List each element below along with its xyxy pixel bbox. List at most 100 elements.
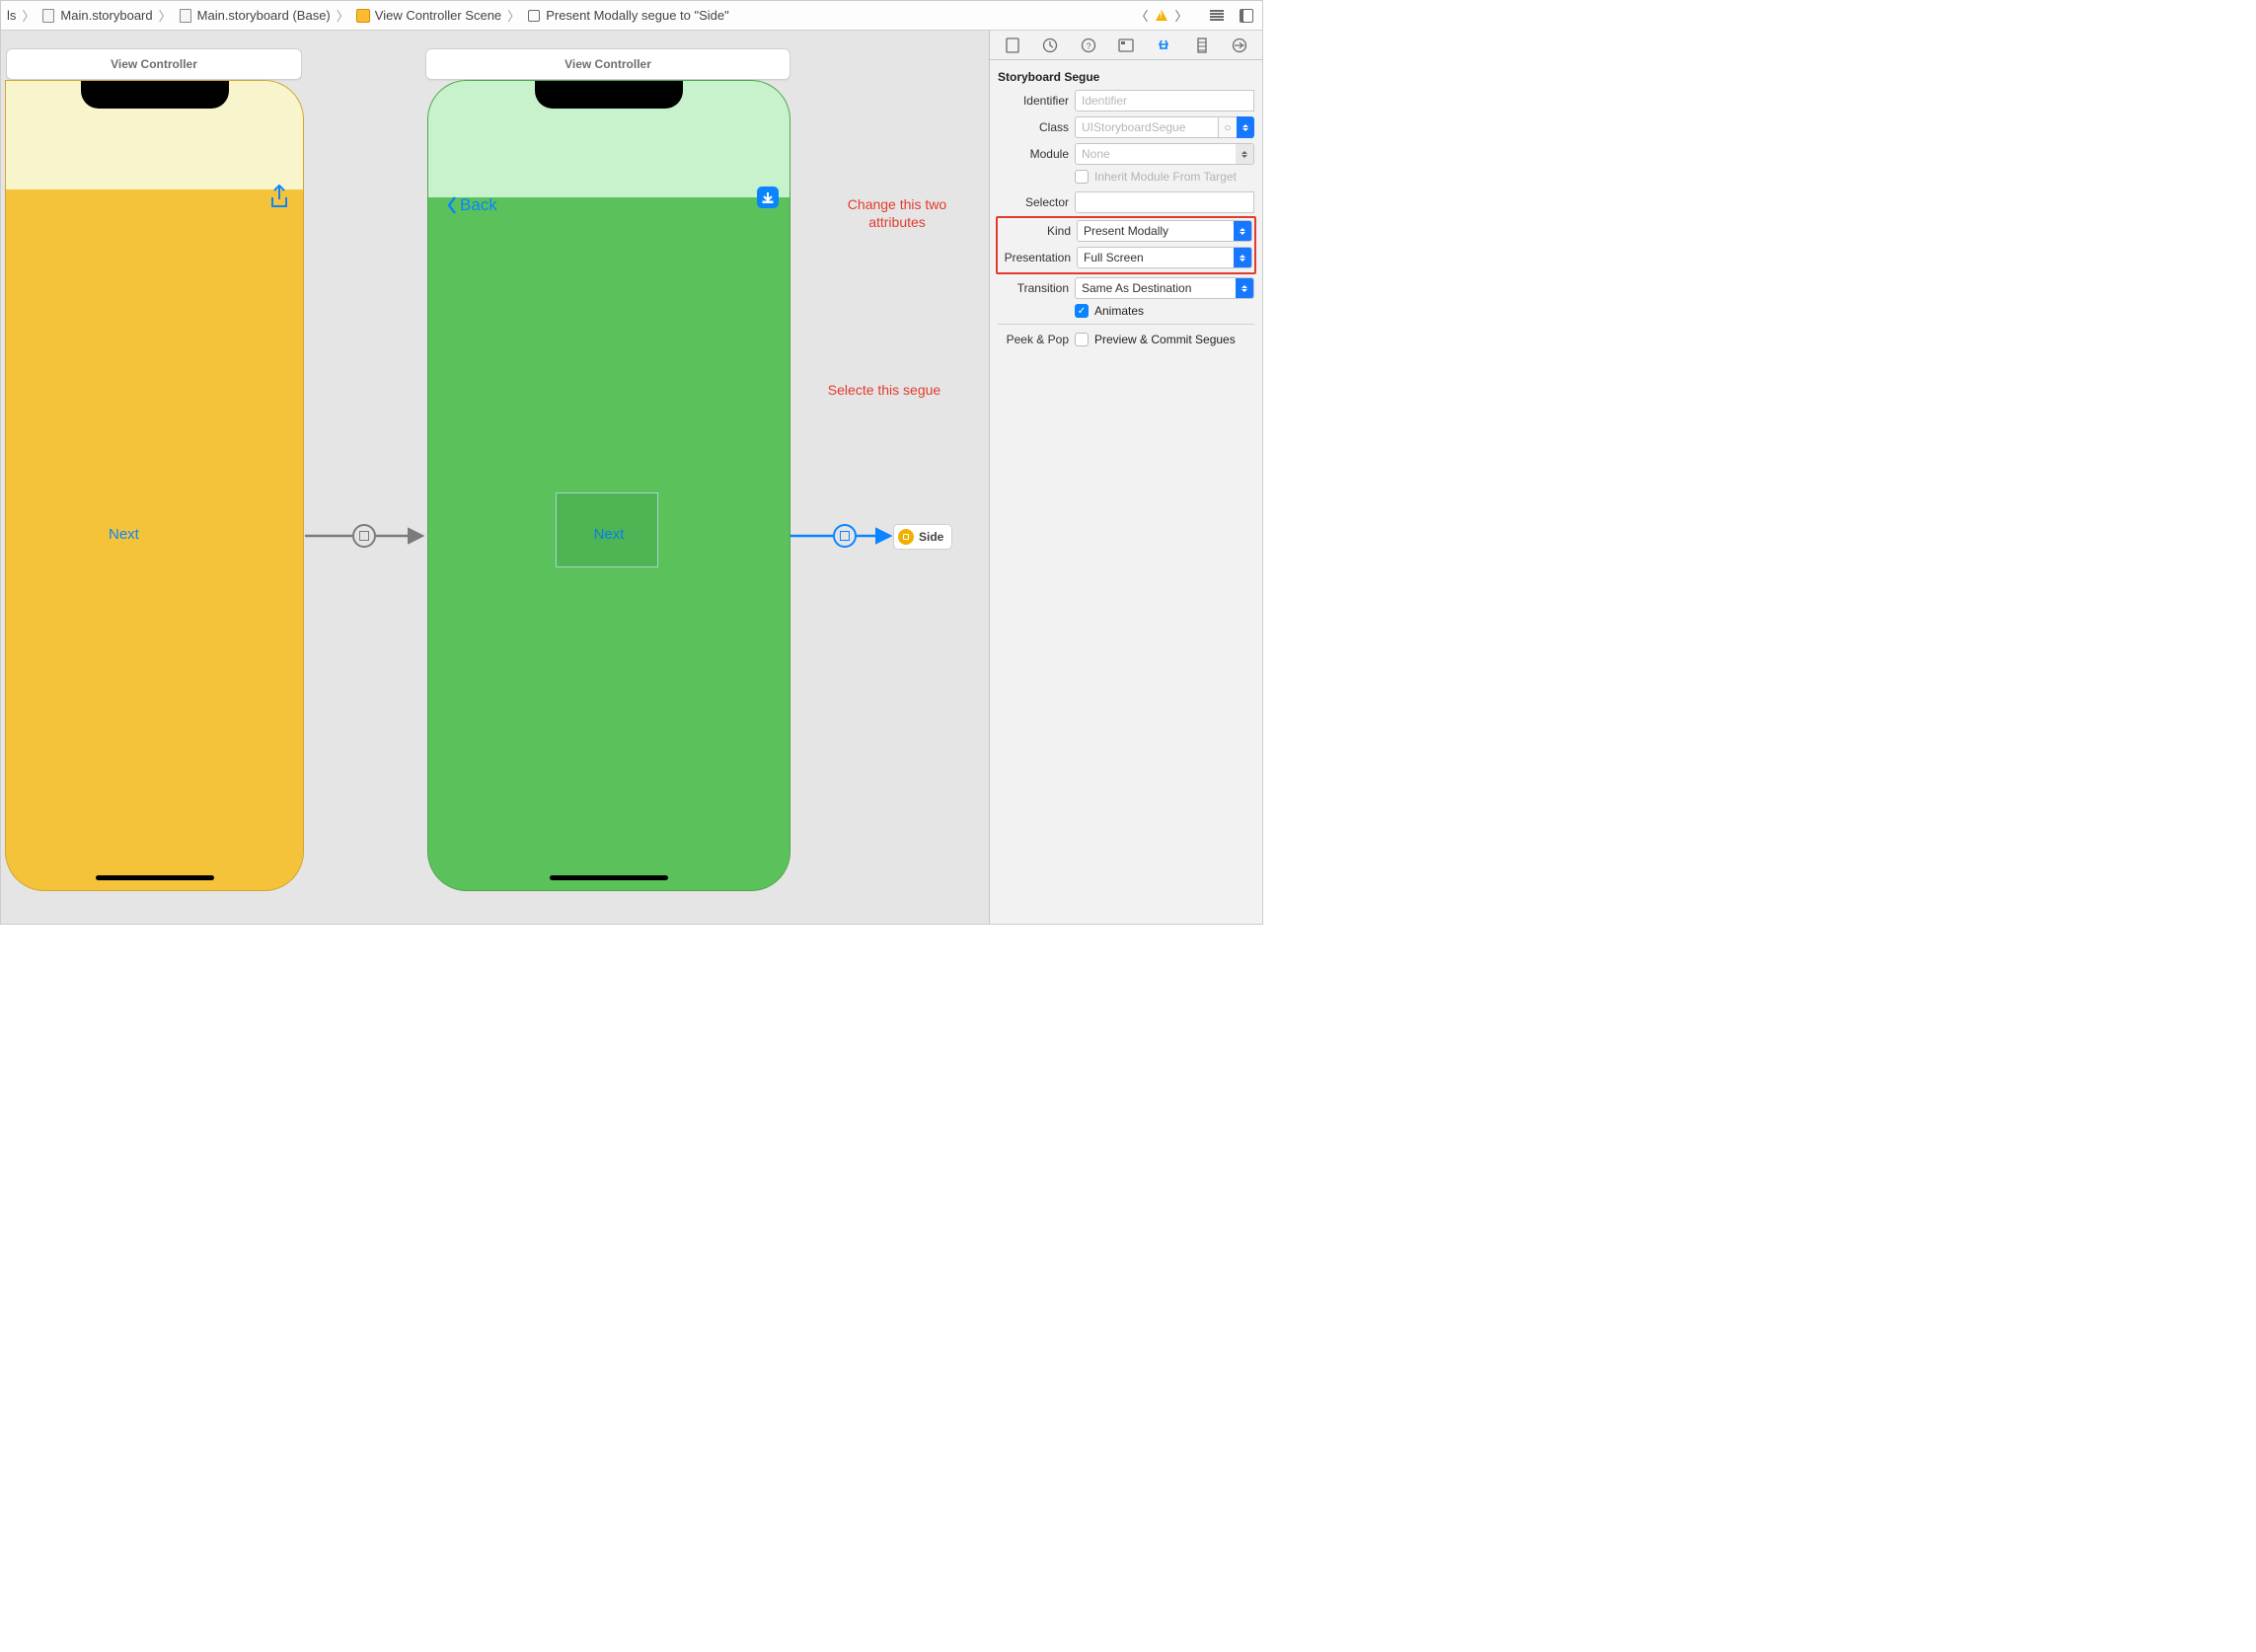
clear-class-button[interactable]: ○ <box>1219 116 1237 138</box>
container-view[interactable] <box>556 492 658 567</box>
breadcrumb: ls 〉 Main.storyboard 〉 Main.storyboard (… <box>1 6 1134 25</box>
section-title: Storyboard Segue <box>998 66 1254 90</box>
breadcrumb-label: Main.storyboard <box>60 8 152 23</box>
kind-value: Present Modally <box>1078 224 1234 238</box>
side-scene-label: Side <box>919 530 943 544</box>
device-notch <box>535 81 683 109</box>
chevron-right-icon: 〉 <box>20 6 37 25</box>
back-button[interactable]: Back <box>446 195 497 215</box>
next-button-label: Next <box>109 526 139 543</box>
storyboard-reference-icon <box>898 529 914 545</box>
breadcrumb-item[interactable]: Main.storyboard 〉 <box>38 6 175 25</box>
class-dropdown-button[interactable] <box>1237 116 1254 138</box>
home-indicator <box>550 875 668 880</box>
scene-title-bar[interactable]: View Controller <box>425 48 790 80</box>
selector-field[interactable] <box>1075 191 1254 213</box>
storyboard-file-icon <box>178 8 193 24</box>
xcode-window: ls 〉 Main.storyboard 〉 Main.storyboard (… <box>0 0 1263 925</box>
identifier-field[interactable] <box>1075 90 1254 112</box>
breadcrumb-label: Main.storyboard (Base) <box>197 8 331 23</box>
history-inspector-tab[interactable] <box>1039 35 1061 56</box>
annotation-select-segue: Selecte this segue <box>820 381 948 399</box>
selector-label: Selector <box>998 195 1069 209</box>
transition-value: Same As Destination <box>1076 281 1236 295</box>
help-inspector-tab[interactable]: ? <box>1078 35 1099 56</box>
chevron-updown-icon <box>1234 248 1251 267</box>
back-button-label: Back <box>460 195 497 215</box>
chevron-updown-icon <box>1236 278 1253 298</box>
class-field[interactable] <box>1075 116 1219 138</box>
storyboard-canvas[interactable]: View Controller View Controller Next <box>1 31 990 924</box>
presentation-value: Full Screen <box>1078 251 1234 264</box>
inherit-module-row: Inherit Module From Target <box>998 170 1254 184</box>
home-indicator <box>96 875 214 880</box>
chevron-right-icon: 〉 <box>157 6 174 25</box>
warning-icon[interactable] <box>1154 8 1169 24</box>
breadcrumb-item[interactable]: Present Modally segue to "Side" <box>524 8 731 24</box>
canvas-toolbar-right: 〈 〉 <box>1134 8 1262 24</box>
class-label: Class <box>998 120 1069 134</box>
chevron-updown-icon <box>1234 221 1251 241</box>
presentation-row: Presentation Full Screen <box>1000 247 1252 268</box>
device-notch <box>81 81 229 109</box>
transition-label: Transition <box>998 281 1069 295</box>
svg-text:?: ? <box>1086 41 1090 51</box>
inherit-module-label: Inherit Module From Target <box>1094 170 1237 184</box>
assistant-toggle-button[interactable] <box>1239 8 1254 24</box>
view-controller-preview[interactable]: Next <box>5 80 304 891</box>
identity-inspector-tab[interactable] <box>1115 35 1137 56</box>
peek-pop-value: Preview & Commit Segues <box>1094 333 1236 346</box>
module-row: Module None <box>998 143 1254 165</box>
animates-label: Animates <box>1094 304 1144 318</box>
file-inspector-tab[interactable] <box>1002 35 1023 56</box>
highlighted-attributes-frame: Kind Present Modally Presentation <box>996 216 1256 274</box>
breadcrumb-item[interactable]: Main.storyboard (Base) 〉 <box>176 6 353 25</box>
peek-pop-checkbox[interactable] <box>1075 333 1089 346</box>
main-split: View Controller View Controller Next <box>1 31 1262 924</box>
inspector-panel: ? Storyboard Segue Identifier Class <box>990 31 1262 924</box>
attributes-inspector-tab[interactable] <box>1153 35 1174 56</box>
module-value: None <box>1076 147 1236 161</box>
outline-toggle-button[interactable] <box>1209 8 1225 24</box>
module-label: Module <box>998 147 1069 161</box>
chevron-right-icon: 〉 <box>335 6 351 25</box>
side-scene-reference[interactable]: Side <box>893 524 952 550</box>
animates-checkbox[interactable]: ✓ <box>1075 304 1089 318</box>
kind-select[interactable]: Present Modally <box>1077 220 1252 242</box>
connections-inspector-tab[interactable] <box>1229 35 1250 56</box>
breadcrumb-item[interactable]: ls 〉 <box>5 6 38 25</box>
presentation-select[interactable]: Full Screen <box>1077 247 1252 268</box>
module-select[interactable]: None <box>1075 143 1254 165</box>
annotation-change-attributes: Change this two attributes <box>838 195 956 231</box>
transition-row: Transition Same As Destination <box>998 277 1254 299</box>
storyboard-file-icon <box>40 8 56 24</box>
breadcrumb-label: View Controller Scene <box>375 8 501 23</box>
view-controller-preview[interactable]: Back Next <box>427 80 790 891</box>
kind-label: Kind <box>1000 224 1071 238</box>
breadcrumb-toolbar: ls 〉 Main.storyboard 〉 Main.storyboard (… <box>1 1 1262 31</box>
breadcrumb-label: Present Modally segue to "Side" <box>546 8 729 23</box>
class-row: Class ○ <box>998 116 1254 138</box>
transition-select[interactable]: Same As Destination <box>1075 277 1254 299</box>
selected-segue-icon[interactable] <box>833 524 857 548</box>
chevron-right-icon: 〉 <box>505 6 522 25</box>
presentation-label: Presentation <box>1000 251 1071 264</box>
animates-row: ✓ Animates <box>998 304 1254 318</box>
prev-issue-button[interactable]: 〈 <box>1134 8 1150 24</box>
size-inspector-tab[interactable] <box>1191 35 1213 56</box>
kind-row: Kind Present Modally <box>1000 220 1252 242</box>
download-icon[interactable] <box>757 187 779 208</box>
scene-title: View Controller <box>111 57 197 71</box>
peek-pop-label: Peek & Pop <box>998 333 1069 346</box>
scene-icon <box>355 8 371 24</box>
breadcrumb-item[interactable]: View Controller Scene 〉 <box>353 6 524 25</box>
breadcrumb-label: ls <box>7 8 16 23</box>
chevron-updown-icon <box>1236 144 1253 164</box>
next-button[interactable]: Next <box>109 526 139 543</box>
segue-connector-icon[interactable] <box>352 524 376 548</box>
inherit-module-checkbox[interactable] <box>1075 170 1089 184</box>
next-issue-button[interactable]: 〉 <box>1173 8 1189 24</box>
identifier-label: Identifier <box>998 94 1069 108</box>
scene-title: View Controller <box>564 57 651 71</box>
scene-title-bar[interactable]: View Controller <box>6 48 302 80</box>
